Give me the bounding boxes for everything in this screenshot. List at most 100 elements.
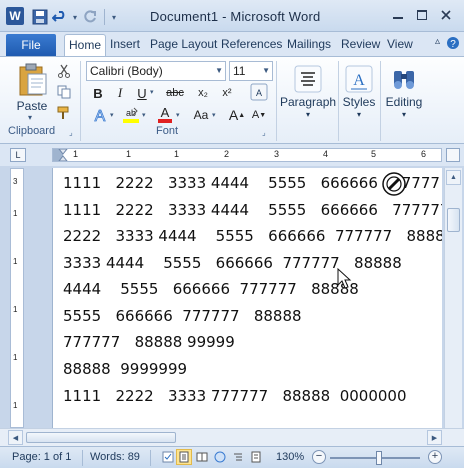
document-line[interactable]: 2222 3333 4444 5555 666666 777777 88888 xyxy=(63,227,442,245)
vertical-scrollbar[interactable]: ▲ xyxy=(444,168,462,428)
document-page[interactable]: 1111 2222 3333 4444 5555 666666 77777 11… xyxy=(52,168,442,428)
italic-button[interactable]: I xyxy=(112,83,128,103)
vruler-label: 1 xyxy=(13,305,18,314)
proofing-icon[interactable] xyxy=(160,449,176,465)
scroll-left-icon[interactable]: ◀ xyxy=(8,430,23,445)
outline-view-icon[interactable] xyxy=(230,449,246,465)
font-launcher-icon[interactable]: ⌟ xyxy=(262,128,266,137)
tab-selector[interactable]: L xyxy=(10,148,26,162)
tab-review[interactable]: Review xyxy=(341,37,380,51)
change-case-dropdown-icon[interactable]: ▾ xyxy=(212,111,216,119)
binoculars-icon xyxy=(388,63,420,95)
styles-label: Styles xyxy=(342,95,376,109)
shrink-font-button[interactable]: A ▼ xyxy=(250,105,268,125)
minimize-ribbon-icon[interactable]: ▵ xyxy=(435,36,440,53)
grow-font-label: A xyxy=(228,107,239,123)
undo-icon[interactable] xyxy=(50,7,70,27)
ribbon: Paste ▾ Clipboard ⌟ Calibri (Body) ▼ 11 … xyxy=(0,56,464,144)
vruler-label: 1 xyxy=(13,209,18,218)
document-line[interactable]: 1111 2222 3333 4444 5555 666666 777777 xyxy=(63,201,442,219)
paragraph-label: Paragraph xyxy=(280,95,337,109)
strikethrough-button[interactable]: abc xyxy=(162,83,188,103)
zoom-out-button[interactable]: − xyxy=(312,450,326,464)
font-name-combo[interactable]: Calibri (Body) ▼ xyxy=(86,61,226,81)
ruler-label: 3 xyxy=(274,149,280,159)
tab-mailings[interactable]: Mailings xyxy=(287,37,331,51)
draft-view-icon[interactable] xyxy=(248,449,264,465)
horizontal-scroll-thumb[interactable] xyxy=(26,432,176,443)
subscript-button[interactable]: x₂ xyxy=(194,83,212,103)
scroll-right-icon[interactable]: ▶ xyxy=(427,430,442,445)
highlight-dropdown-icon[interactable]: ▾ xyxy=(142,111,146,119)
zoom-level[interactable]: 130% xyxy=(276,451,304,463)
font-color-icon[interactable]: A xyxy=(156,105,174,125)
window-title: Document1 - Microsoft Word xyxy=(150,9,321,24)
clipboard-launcher-icon[interactable]: ⌟ xyxy=(69,128,73,137)
undo-dropdown-icon[interactable]: ▾ xyxy=(70,7,80,27)
editing-button[interactable]: Editing ▾ xyxy=(382,63,426,119)
redo-icon[interactable] xyxy=(80,7,100,27)
tab-view[interactable]: View xyxy=(387,37,413,51)
minimize-icon[interactable] xyxy=(386,4,410,26)
paste-button[interactable]: Paste ▾ xyxy=(14,61,50,122)
print-layout-view-icon[interactable] xyxy=(176,449,192,465)
page-count[interactable]: Page: 1 of 1 xyxy=(12,451,71,463)
full-screen-reading-icon[interactable] xyxy=(194,449,210,465)
paste-dropdown-icon[interactable]: ▾ xyxy=(28,113,32,122)
tab-page-layout[interactable]: Page Layout xyxy=(150,37,217,51)
status-bar: Page: 1 of 1 Words: 89 130% − + xyxy=(0,446,464,468)
chevron-down-icon: ▼ xyxy=(215,66,223,75)
mouse-pointer-icon xyxy=(337,268,352,289)
view-ruler-icon[interactable] xyxy=(446,148,460,162)
underline-button[interactable]: U xyxy=(134,83,150,103)
maximize-icon[interactable] xyxy=(410,4,434,26)
document-line[interactable]: 88888 9999999 xyxy=(63,360,187,378)
tab-references[interactable]: References xyxy=(221,37,282,51)
change-case-icon[interactable]: A xyxy=(250,83,268,101)
font-color-dropdown-icon[interactable]: ▾ xyxy=(176,111,180,119)
horizontal-scrollbar[interactable]: ◀ ▶ xyxy=(0,428,464,446)
underline-dropdown-icon[interactable]: ▾ xyxy=(150,88,154,96)
ruler-label: 1 xyxy=(73,149,79,159)
web-layout-icon[interactable] xyxy=(212,449,228,465)
zoom-in-button[interactable]: + xyxy=(428,450,442,464)
font-group-label: Font xyxy=(156,125,179,137)
styles-button[interactable]: A Styles ▾ xyxy=(340,63,378,119)
tab-file[interactable]: File xyxy=(6,34,56,56)
bold-button[interactable]: B xyxy=(90,83,106,103)
copy-icon[interactable] xyxy=(56,84,72,100)
text-effects-icon[interactable]: A xyxy=(90,105,110,125)
paragraph-button[interactable]: Paragraph ▾ xyxy=(280,63,336,119)
customize-qat-icon[interactable]: ▾ xyxy=(109,7,119,27)
close-icon[interactable] xyxy=(434,4,458,26)
document-line[interactable]: 5555 666666 777777 88888 xyxy=(63,307,302,325)
font-size-combo[interactable]: 11 ▼ xyxy=(229,61,273,81)
chevron-down-icon: ▼ xyxy=(262,66,270,75)
vertical-ruler[interactable]: 3 1 1 1 1 1 xyxy=(10,168,24,428)
help-icon[interactable]: ? xyxy=(446,36,460,53)
change-case-button[interactable]: Aa xyxy=(188,105,214,125)
document-line[interactable]: 1111 2222 3333 777777 88888 0000000 xyxy=(63,387,407,405)
word-app-icon[interactable]: W xyxy=(6,7,24,25)
tab-home[interactable]: Home xyxy=(64,34,107,58)
clipboard-group-label: Clipboard xyxy=(8,125,56,137)
grow-font-button[interactable]: A ▲ xyxy=(228,105,246,125)
zoom-slider-thumb[interactable] xyxy=(376,451,382,465)
highlight-color-icon[interactable]: ab xyxy=(122,105,140,125)
word-count[interactable]: Words: 89 xyxy=(90,451,140,463)
tab-insert[interactable]: Insert xyxy=(110,37,140,51)
shrink-font-label: A xyxy=(251,109,260,121)
document-line[interactable]: 4444 5555 666666 777777 88888 xyxy=(63,280,359,298)
ruler-label: 1 xyxy=(174,149,180,159)
superscript-button[interactable]: x² xyxy=(218,83,236,103)
vruler-label: 1 xyxy=(13,257,18,266)
save-icon[interactable] xyxy=(30,7,50,27)
text-effects-dropdown-icon[interactable]: ▾ xyxy=(110,111,114,119)
horizontal-ruler[interactable]: 1 1 1 2 3 4 5 6 xyxy=(52,148,442,162)
cut-icon[interactable] xyxy=(56,63,72,79)
scroll-up-icon[interactable]: ▲ xyxy=(446,170,461,185)
format-painter-icon[interactable] xyxy=(56,105,72,121)
vertical-scroll-thumb[interactable] xyxy=(447,208,460,232)
zoom-slider-track[interactable] xyxy=(330,457,420,459)
document-line[interactable]: 777777 88888 99999 xyxy=(63,333,235,351)
